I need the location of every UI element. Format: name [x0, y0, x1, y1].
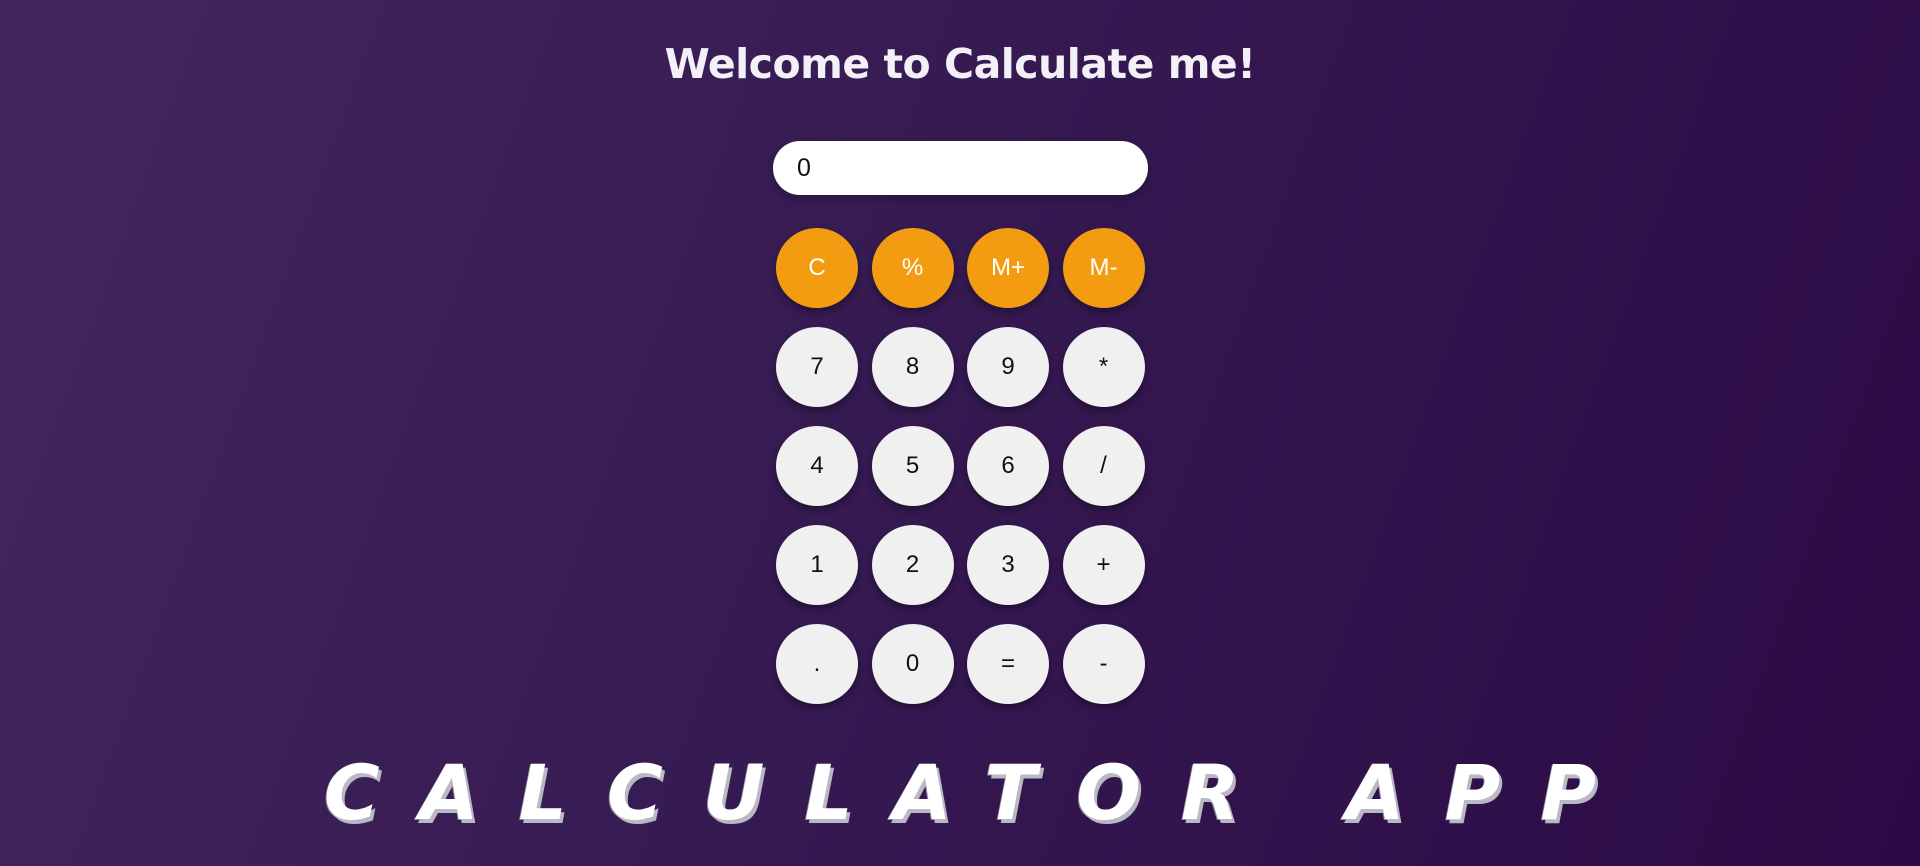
digit-3-button[interactable]: 3 [967, 525, 1049, 605]
equals-button[interactable]: = [967, 624, 1049, 704]
add-button[interactable]: + [1062, 525, 1145, 605]
digit-5-button[interactable]: 5 [871, 426, 954, 506]
digit-0-button[interactable]: 0 [871, 624, 954, 704]
page-title: Welcome to Calculate me! [664, 40, 1256, 88]
digit-1-button[interactable]: 1 [776, 525, 858, 605]
decimal-button[interactable]: . [776, 624, 858, 704]
multiply-button[interactable]: * [1062, 327, 1145, 407]
percent-button[interactable]: % [871, 228, 954, 308]
memory-add-button[interactable]: M+ [967, 228, 1049, 308]
digit-2-button[interactable]: 2 [871, 525, 954, 605]
app-brand-title: CALCULATOR APP [323, 748, 1637, 837]
calculator-display[interactable] [773, 141, 1148, 195]
clear-button[interactable]: C [776, 228, 858, 308]
subtract-button[interactable]: - [1062, 624, 1145, 704]
digit-4-button[interactable]: 4 [776, 426, 858, 506]
digit-7-button[interactable]: 7 [776, 327, 858, 407]
digit-8-button[interactable]: 8 [871, 327, 954, 407]
memory-subtract-button[interactable]: M- [1062, 228, 1145, 308]
digit-9-button[interactable]: 9 [967, 327, 1049, 407]
calculator-keypad: C% M+ M- 7 8 9 * 4 5 6/ 1 2 3 +. 0 = - [776, 228, 1145, 704]
divide-button[interactable]: / [1062, 426, 1145, 506]
digit-6-button[interactable]: 6 [967, 426, 1049, 506]
